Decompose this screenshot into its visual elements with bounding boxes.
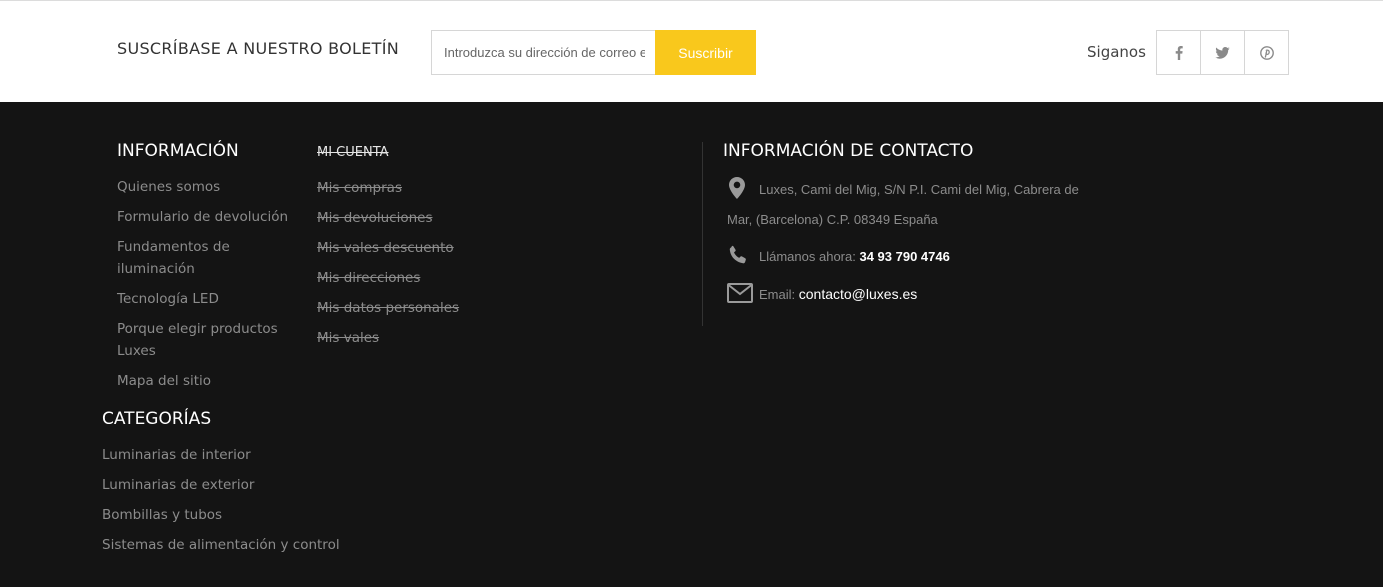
account-link-mis-vales[interactable]: Mis vales — [317, 327, 379, 349]
info-link-tecnologia-led[interactable]: Tecnología LED — [117, 288, 219, 310]
email-label: Email: — [759, 287, 796, 302]
newsletter-email-input[interactable] — [431, 30, 657, 75]
phone-icon — [728, 245, 748, 270]
twitter-icon — [1215, 46, 1230, 59]
phone-number[interactable]: 34 93 790 4746 — [859, 249, 949, 264]
newsletter-title: SUSCRÍBASE A NUESTRO BOLETÍN — [117, 39, 400, 58]
footer-divider — [702, 142, 703, 326]
newsletter-bar: SUSCRÍBASE A NUESTRO BOLETÍN Suscribir S… — [0, 0, 1383, 102]
category-link-bombillas[interactable]: Bombillas y tubos — [102, 504, 222, 526]
envelope-icon — [727, 283, 753, 308]
contact-title: INFORMACIÓN DE CONTACTO — [723, 141, 974, 161]
info-link-mapa-sitio[interactable]: Mapa del sitio — [117, 370, 211, 392]
account-title: MI CUENTA — [317, 145, 389, 160]
information-title: INFORMACIÓN — [117, 141, 239, 161]
facebook-icon — [1175, 45, 1183, 60]
account-link-mis-vales-descuento[interactable]: Mis vales descuento — [317, 237, 454, 259]
category-link-exterior[interactable]: Luminarias de exterior — [102, 474, 254, 496]
categories-title: CATEGORÍAS — [102, 409, 212, 429]
account-link-mis-devoluciones[interactable]: Mis devoluciones — [317, 207, 432, 229]
account-link-mis-datos-personales[interactable]: Mis datos personales — [317, 297, 459, 319]
contact-phone-row: Llámanos ahora: 34 93 790 4746 — [759, 242, 950, 272]
subscribe-button[interactable]: Suscribir — [655, 30, 756, 75]
account-link-mis-direcciones[interactable]: Mis direcciones — [317, 267, 420, 289]
info-link-fundamentos-iluminacion[interactable]: Fundamentos de iluminación — [117, 236, 297, 280]
info-link-quienes-somos[interactable]: Quienes somos — [117, 176, 220, 198]
contact-address: Luxes, Cami del Mig, S/N P.I. Cami del M… — [727, 182, 1079, 227]
facebook-button[interactable] — [1156, 30, 1201, 75]
phone-label: Llámanos ahora: — [759, 249, 856, 264]
twitter-button[interactable] — [1200, 30, 1245, 75]
pinterest-button[interactable] — [1244, 30, 1289, 75]
info-link-porque-elegir[interactable]: Porque elegir productos Luxes — [117, 318, 297, 362]
category-link-alimentacion[interactable]: Sistemas de alimentación y control — [102, 534, 340, 556]
info-link-formulario-devolucion[interactable]: Formulario de devolución — [117, 206, 288, 228]
pinterest-icon — [1259, 45, 1274, 60]
contact-email-row: Email: contacto@luxes.es — [759, 279, 917, 310]
category-link-interior[interactable]: Luminarias de interior — [102, 444, 251, 466]
follow-label: Siganos — [1087, 43, 1146, 61]
email-link[interactable]: contacto@luxes.es — [799, 286, 918, 302]
account-link-mis-compras[interactable]: Mis compras — [317, 177, 402, 199]
